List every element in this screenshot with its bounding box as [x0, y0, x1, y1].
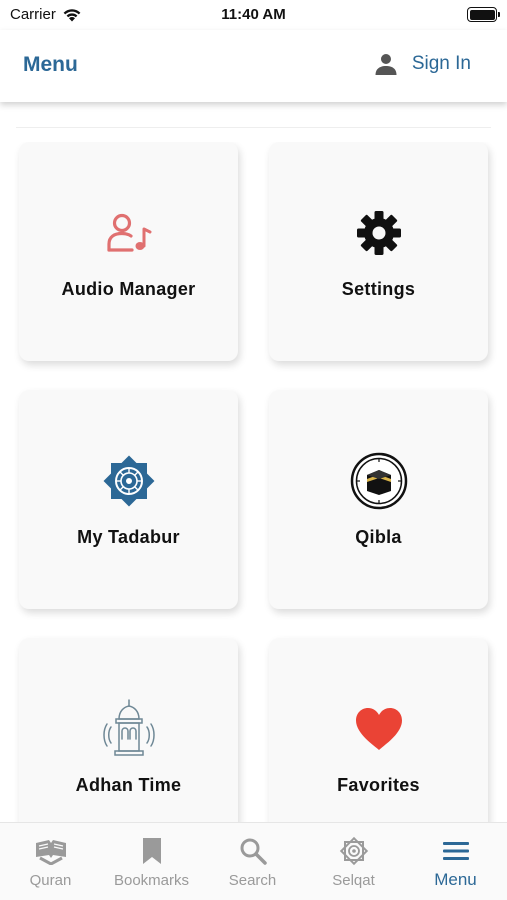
bookmark-icon	[101, 835, 202, 867]
tab-bookmarks[interactable]: Bookmarks	[101, 823, 202, 900]
status-time: 11:40 AM	[221, 6, 286, 23]
audio-manager-card[interactable]: Audio Manager	[19, 142, 238, 361]
tab-label: Quran	[29, 872, 72, 889]
tab-selqat[interactable]: Selqat	[303, 823, 404, 900]
tab-label: Menu	[434, 870, 477, 889]
card-label: Audio Manager	[61, 279, 196, 299]
adhan-time-card[interactable]: Adhan Time	[19, 638, 238, 822]
card-label: Favorites	[337, 775, 420, 795]
favorites-card[interactable]: Favorites	[269, 638, 488, 822]
settings-card[interactable]: Settings	[269, 142, 488, 361]
open-book-icon	[0, 835, 101, 867]
user-icon	[375, 54, 397, 75]
tab-quran[interactable]: Quran	[0, 823, 101, 900]
sign-in-label: Sign In	[411, 53, 471, 74]
tab-label: Bookmarks	[113, 872, 190, 889]
card-label: Adhan Time	[75, 775, 182, 795]
gear-icon	[269, 207, 488, 259]
person-music-icon	[19, 207, 238, 259]
qibla-card[interactable]: Qibla	[269, 390, 488, 609]
tab-label: Selqat	[332, 872, 375, 889]
islamic-star-icon	[19, 455, 238, 507]
my-tadabur-card[interactable]: My Tadabur	[19, 390, 238, 609]
search-icon	[202, 835, 303, 867]
tab-label: Search	[228, 872, 277, 889]
ornament-star-icon	[303, 835, 404, 867]
sign-in-button[interactable]: Sign In	[374, 52, 471, 76]
navigation-header: Menu Sign In	[0, 30, 507, 102]
minaret-icon	[19, 699, 238, 756]
tab-bar: Quran Bookmarks Search Selqat Menu	[0, 822, 507, 900]
heart-icon	[269, 703, 488, 755]
header-divider	[16, 127, 491, 128]
card-label: Settings	[341, 279, 416, 299]
card-label: Qibla	[355, 527, 402, 547]
battery-icon	[467, 7, 500, 22]
status-bar: Carrier 11:40 AM	[0, 0, 507, 30]
hamburger-icon	[404, 835, 507, 867]
kaaba-compass-icon	[269, 452, 488, 510]
tab-menu[interactable]: Menu	[404, 823, 507, 900]
tab-search[interactable]: Search	[202, 823, 303, 900]
page-title: Menu	[23, 53, 78, 76]
menu-grid: Audio Manager Settings My Tadabur Qibla …	[0, 142, 507, 822]
card-label: My Tadabur	[77, 527, 180, 547]
